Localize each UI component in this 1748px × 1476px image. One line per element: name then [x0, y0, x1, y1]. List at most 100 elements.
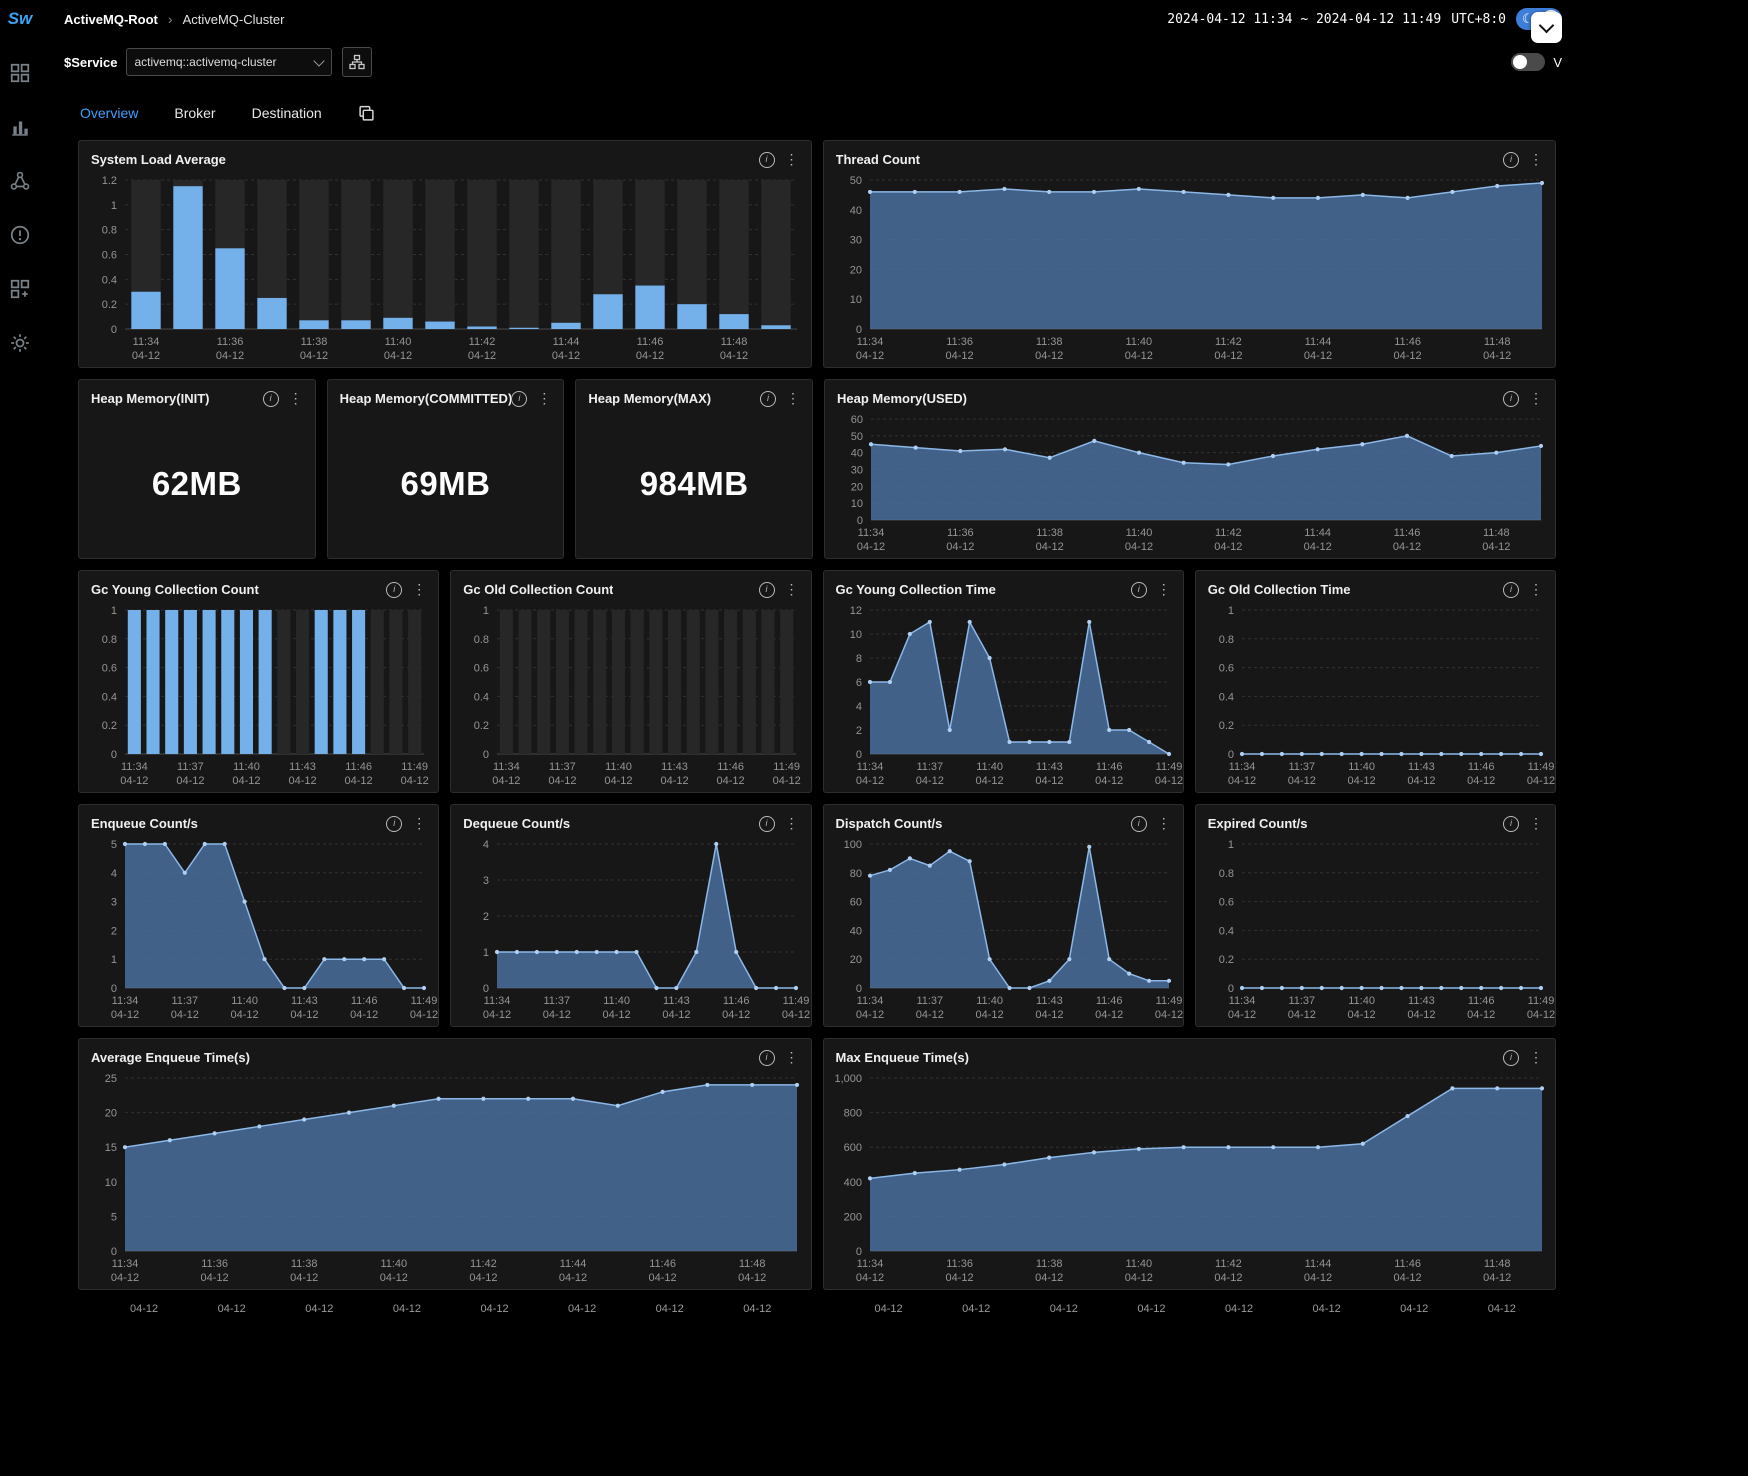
- svg-text:1: 1: [1228, 605, 1234, 617]
- chevron-right-icon: ›: [168, 11, 173, 27]
- svg-text:11:34: 11:34: [856, 336, 883, 348]
- info-icon[interactable]: i: [511, 391, 527, 407]
- svg-text:04-12: 04-12: [857, 541, 885, 553]
- topology-icon[interactable]: [9, 170, 31, 192]
- svg-text:1: 1: [483, 605, 489, 617]
- svg-text:11:40: 11:40: [231, 995, 258, 1007]
- panel-gc-young-collection-time: Gc Young Collection Time i ⋮ 02468101211…: [823, 570, 1184, 793]
- svg-text:11:38: 11:38: [1035, 336, 1062, 348]
- svg-text:04-12: 04-12: [1347, 775, 1375, 787]
- panel-heap-memory-committed: Heap Memory(COMMITTED) i ⋮ 69MB: [327, 379, 565, 559]
- chevron-down-icon: [1539, 18, 1555, 34]
- svg-text:1: 1: [111, 605, 117, 617]
- kebab-menu-icon[interactable]: ⋮: [1529, 581, 1543, 598]
- time-range-picker[interactable]: 2024-04-12 11:34 ~ 2024-04-12 11:49: [1167, 12, 1441, 27]
- hierarchy-button[interactable]: [342, 47, 372, 77]
- info-icon[interactable]: i: [1503, 391, 1519, 407]
- svg-text:60: 60: [849, 897, 861, 909]
- breadcrumb-root[interactable]: ActiveMQ-Root: [64, 12, 158, 27]
- svg-text:11:42: 11:42: [469, 336, 496, 348]
- metrics-icon[interactable]: [9, 116, 31, 138]
- svg-text:11:40: 11:40: [605, 761, 632, 773]
- svg-text:11:49: 11:49: [783, 995, 810, 1007]
- expand-panel-button[interactable]: [1531, 12, 1562, 43]
- kebab-menu-icon[interactable]: ⋮: [1157, 815, 1171, 832]
- info-icon[interactable]: i: [386, 582, 402, 598]
- tab-overview[interactable]: Overview: [80, 105, 138, 121]
- kebab-menu-icon[interactable]: ⋮: [537, 390, 551, 407]
- kebab-menu-icon[interactable]: ⋮: [1529, 151, 1543, 168]
- svg-text:04-12: 04-12: [111, 1272, 139, 1284]
- svg-text:11:40: 11:40: [385, 336, 412, 348]
- svg-text:04-12: 04-12: [1214, 1272, 1242, 1284]
- svg-text:0: 0: [483, 749, 489, 761]
- info-icon[interactable]: i: [386, 816, 402, 832]
- kebab-menu-icon[interactable]: ⋮: [289, 390, 303, 407]
- info-icon[interactable]: i: [1131, 816, 1147, 832]
- skywalking-logo[interactable]: Sw: [0, 9, 40, 29]
- info-icon[interactable]: i: [759, 582, 775, 598]
- info-icon[interactable]: i: [759, 816, 775, 832]
- kebab-menu-icon[interactable]: ⋮: [1529, 1049, 1543, 1066]
- svg-text:0: 0: [855, 983, 861, 995]
- kebab-menu-icon[interactable]: ⋮: [1157, 581, 1171, 598]
- kebab-menu-icon[interactable]: ⋮: [785, 151, 799, 168]
- svg-text:11:34: 11:34: [1228, 995, 1255, 1007]
- kebab-menu-icon[interactable]: ⋮: [785, 815, 799, 832]
- info-icon[interactable]: i: [1503, 152, 1519, 168]
- svg-text:04-12: 04-12: [483, 1009, 511, 1021]
- svg-text:11:43: 11:43: [1036, 761, 1063, 773]
- kebab-menu-icon[interactable]: ⋮: [412, 815, 426, 832]
- svg-text:04-12: 04-12: [111, 1009, 139, 1021]
- panel-dequeue-count: Dequeue Count/s i ⋮ 0123411:3404-1211:37…: [450, 804, 811, 1027]
- svg-text:11:37: 11:37: [171, 995, 198, 1007]
- kebab-menu-icon[interactable]: ⋮: [412, 581, 426, 598]
- tab-destination[interactable]: Destination: [252, 105, 322, 121]
- tab-broker[interactable]: Broker: [174, 105, 215, 121]
- svg-text:0: 0: [855, 749, 861, 761]
- kebab-menu-icon[interactable]: ⋮: [786, 390, 800, 407]
- sidebar: [0, 38, 40, 1476]
- kebab-menu-icon[interactable]: ⋮: [785, 581, 799, 598]
- svg-text:2: 2: [855, 725, 861, 737]
- panel-max-enqueue-time: Max Enqueue Time(s) i ⋮ 02004006008001,0…: [823, 1038, 1557, 1290]
- clipped-row: 04-1204-1204-1204-1204-1204-1204-1204-12…: [78, 1301, 1556, 1323]
- svg-text:0.8: 0.8: [1218, 868, 1233, 880]
- kebab-menu-icon[interactable]: ⋮: [785, 1049, 799, 1066]
- breadcrumb-current[interactable]: ActiveMQ-Cluster: [183, 12, 285, 27]
- svg-text:11:37: 11:37: [549, 761, 576, 773]
- info-icon[interactable]: i: [759, 1050, 775, 1066]
- info-icon[interactable]: i: [759, 152, 775, 168]
- svg-text:04-12: 04-12: [468, 350, 496, 362]
- info-icon[interactable]: i: [1503, 582, 1519, 598]
- view-toggle[interactable]: [1511, 53, 1545, 71]
- svg-text:11:49: 11:49: [1155, 761, 1182, 773]
- svg-text:04-12: 04-12: [345, 775, 373, 787]
- info-icon[interactable]: i: [1503, 1050, 1519, 1066]
- svg-text:04-12: 04-12: [1154, 1009, 1182, 1021]
- chevron-down-icon: [313, 55, 324, 66]
- svg-text:0.8: 0.8: [474, 634, 489, 646]
- widgets-add-icon[interactable]: [9, 278, 31, 300]
- svg-text:04-12: 04-12: [171, 1009, 199, 1021]
- svg-text:0.2: 0.2: [102, 299, 117, 311]
- copy-icon[interactable]: [358, 105, 375, 122]
- svg-text:04-12: 04-12: [649, 1272, 677, 1284]
- kebab-menu-icon[interactable]: ⋮: [1529, 390, 1543, 407]
- svg-text:04-12: 04-12: [1214, 350, 1242, 362]
- info-icon[interactable]: i: [1503, 816, 1519, 832]
- alarm-icon[interactable]: [9, 224, 31, 246]
- svg-text:11:40: 11:40: [1125, 336, 1152, 348]
- svg-text:0.8: 0.8: [102, 225, 117, 237]
- info-icon[interactable]: i: [760, 391, 776, 407]
- svg-text:11:42: 11:42: [1215, 1258, 1242, 1270]
- info-icon[interactable]: i: [263, 391, 279, 407]
- settings-gear-icon[interactable]: [9, 332, 31, 354]
- service-select[interactable]: activemq::activemq-cluster: [126, 48, 332, 76]
- svg-text:30: 30: [849, 235, 861, 247]
- kebab-menu-icon[interactable]: ⋮: [1529, 815, 1543, 832]
- svg-text:1,000: 1,000: [834, 1073, 862, 1085]
- dashboard-icon[interactable]: [9, 62, 31, 84]
- info-icon[interactable]: i: [1131, 582, 1147, 598]
- svg-text:11:34: 11:34: [484, 995, 511, 1007]
